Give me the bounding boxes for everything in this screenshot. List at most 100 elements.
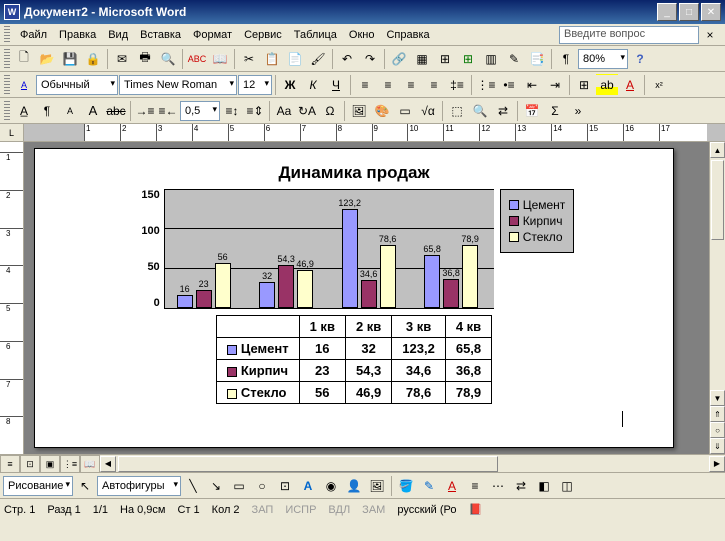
menu-table[interactable]: Таблица [288,27,343,43]
diagram-icon[interactable]: ◉ [320,475,342,497]
font-color-draw-icon[interactable]: A [441,475,463,497]
new-doc-icon[interactable]: 🗋 [13,48,35,70]
menu-tools[interactable]: Сервис [238,27,288,43]
ruler-corner[interactable]: L [0,124,24,141]
zoom-combo[interactable]: 80% [578,49,628,69]
find-icon[interactable]: 🔍 [469,100,491,122]
horizontal-scrollbar[interactable]: ◀ ▶ [100,455,725,472]
open-icon[interactable]: 📂 [36,48,58,70]
wordart-icon[interactable]: A [297,475,319,497]
redo-icon[interactable]: ↷ [359,48,381,70]
superscript-icon[interactable]: x² [648,74,670,96]
symbol-icon[interactable]: ¶ [36,100,58,122]
bullet-list-icon[interactable]: •≡ [498,74,520,96]
replace-icon[interactable]: ⇄ [492,100,514,122]
outdent-icon[interactable]: ⇤ [521,74,543,96]
first-line-indent-icon[interactable]: →≡ [134,100,156,122]
autosum-icon[interactable]: Σ [544,100,566,122]
toolbar-grip[interactable] [4,101,10,121]
undo-icon[interactable]: ↶ [336,48,358,70]
italic-icon[interactable]: К [302,74,324,96]
clipart-icon[interactable]: 🎨 [371,100,393,122]
maximize-button[interactable]: □ [679,3,699,21]
select-all-icon[interactable]: ⬚ [446,100,468,122]
date-icon[interactable]: 📅 [521,100,543,122]
cut-icon[interactable]: ✂ [238,48,260,70]
scroll-right-icon[interactable]: ▶ [709,456,725,472]
tables-borders-icon[interactable]: ▦ [411,48,433,70]
scroll-up-icon[interactable]: ▲ [710,142,725,158]
web-view-icon[interactable]: ⊡ [20,455,40,473]
more-icon[interactable]: » [567,100,589,122]
frame-icon[interactable]: ▭ [394,100,416,122]
scroll-down-icon[interactable]: ▼ [710,390,725,406]
paste-icon[interactable]: 📄 [284,48,306,70]
font-size-combo[interactable]: 12 [238,75,272,95]
styles-pane-icon[interactable]: A [13,74,35,96]
underline-icon[interactable]: Ч [325,74,347,96]
shrink-spacing-icon[interactable]: ≡⇕ [244,100,266,122]
shadow-icon[interactable]: ◧ [533,475,555,497]
grow-spacing-icon[interactable]: ≡↕ [221,100,243,122]
font-combo[interactable]: Times New Roman [119,75,237,95]
strike-icon[interactable]: abc [105,100,127,122]
insert-picture-icon[interactable]: 🖼 [366,475,388,497]
font-color-icon[interactable]: A [619,74,641,96]
select-objects-icon[interactable]: ↖ [74,475,96,497]
columns-icon[interactable]: ▥ [480,48,502,70]
3d-icon[interactable]: ◫ [556,475,578,497]
menu-view[interactable]: Вид [102,27,134,43]
menu-edit[interactable]: Правка [53,27,102,43]
oval-icon[interactable]: ○ [251,475,273,497]
borders-icon[interactable]: ⊞ [573,74,595,96]
hyperlink-icon[interactable]: 🔗 [388,48,410,70]
autoshapes-menu[interactable]: Автофигуры [97,476,181,496]
vertical-scrollbar[interactable]: ▲ ▼ ⇑ ○ ⇓ [709,142,725,454]
align-right-icon[interactable]: ≡ [400,74,422,96]
equation-icon[interactable]: √α [417,100,439,122]
line-spacing-icon[interactable]: ‡≡ [446,74,468,96]
rectangle-icon[interactable]: ▭ [228,475,250,497]
decrease-font-icon[interactable]: A [59,100,81,122]
reading-view-icon[interactable]: 📖 [80,455,100,473]
document-area[interactable]: Динамика продаж 150 100 50 0 1623563254,… [24,142,725,454]
toolbar-grip[interactable] [4,75,10,95]
font-dialog-icon[interactable]: A̲ [13,100,35,122]
menu-help[interactable]: Справка [380,27,435,43]
drawing-menu[interactable]: Рисование [3,476,73,496]
align-justify-icon[interactable]: ≡ [423,74,445,96]
menu-close-button[interactable]: × [699,24,721,46]
copy-icon[interactable]: 📋 [261,48,283,70]
align-center-icon[interactable]: ≡ [377,74,399,96]
doc-map-icon[interactable]: 📑 [526,48,548,70]
insert-table-icon[interactable]: ⊞ [434,48,456,70]
status-lang[interactable]: русский (Ро [397,504,456,516]
menu-format[interactable]: Формат [187,27,238,43]
status-rec[interactable]: ЗАП [252,504,274,516]
print-preview-icon[interactable]: 🔍 [157,48,179,70]
horizontal-ruler[interactable]: L 1234567891011121314151617 [0,124,725,142]
format-painter-icon[interactable]: 🖌 [307,48,329,70]
clipart-icon[interactable]: 👤 [343,475,365,497]
insert-symbol-icon[interactable]: Ω [319,100,341,122]
excel-icon[interactable]: ⊞ [457,48,479,70]
toolbar-grip[interactable] [4,49,10,69]
prev-page-icon[interactable]: ⇑ [710,406,725,422]
permissions-icon[interactable]: 🔒 [82,48,104,70]
scroll-left-icon[interactable]: ◀ [100,456,116,472]
next-page-icon[interactable]: ⇓ [710,438,725,454]
minimize-button[interactable]: _ [657,3,677,21]
dash-style-icon[interactable]: ⋯ [487,475,509,497]
research-icon[interactable]: 📖 [209,48,231,70]
style-combo[interactable]: Обычный [36,75,118,95]
status-ovr[interactable]: ЗАМ [362,504,385,516]
indent-icon[interactable]: ⇥ [544,74,566,96]
toolbar-grip[interactable] [4,26,10,44]
line-color-icon[interactable]: ✎ [418,475,440,497]
help-icon[interactable]: ? [629,48,651,70]
increase-font-icon[interactable]: A [82,100,104,122]
text-direction-icon[interactable]: ↻A [296,100,318,122]
save-icon[interactable]: 💾 [59,48,81,70]
scroll-thumb[interactable] [711,160,724,240]
drawing-toggle-icon[interactable]: ✎ [503,48,525,70]
